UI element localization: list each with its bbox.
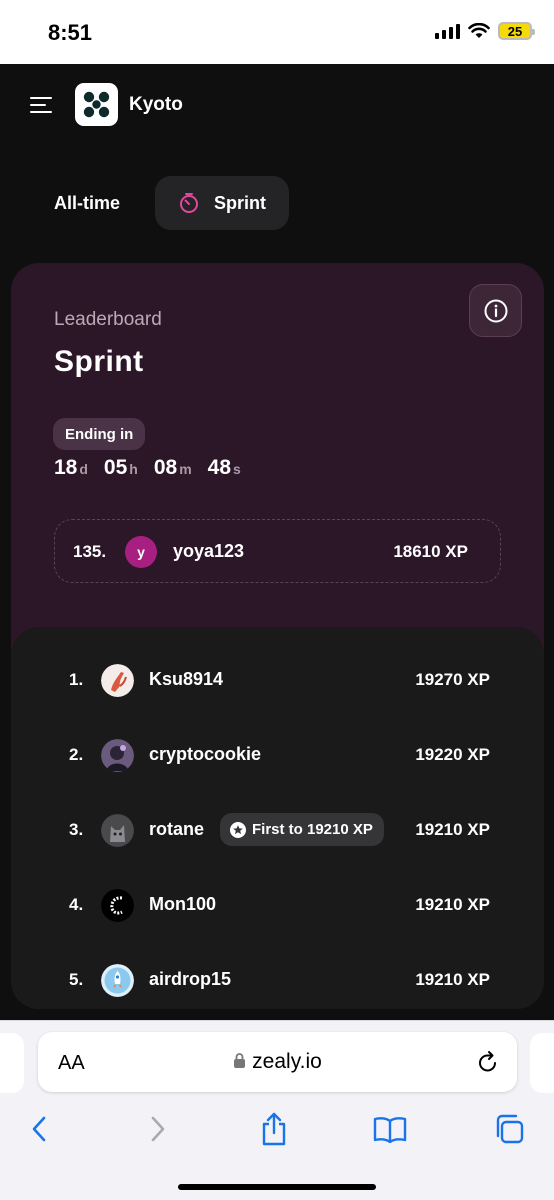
battery-level: 25 <box>507 23 523 39</box>
share-button[interactable] <box>254 1109 294 1149</box>
leaderboard-tabs: All-time Sprint <box>0 176 554 232</box>
row-username: Mon100 <box>149 894 217 914</box>
first-to-xp-badge: First to 19210 XP <box>220 813 384 846</box>
tabs-button[interactable] <box>489 1109 529 1149</box>
star-icon <box>230 821 246 838</box>
cat-avatar <box>101 814 134 847</box>
bookmarks-button[interactable] <box>370 1109 410 1149</box>
row-username: cryptocookie <box>149 744 262 764</box>
previous-tab-preview[interactable] <box>0 1033 24 1093</box>
status-icons: 25 <box>435 22 535 40</box>
current-user-xp: 18610 XP <box>393 542 468 561</box>
kyoto-logo[interactable] <box>75 83 118 126</box>
info-icon <box>484 299 507 322</box>
row-xp: 19220 XP <box>415 745 490 764</box>
current-user-rank[interactable]: 135. y yoya123 18610 XP <box>54 519 501 583</box>
table-row[interactable]: 3. rotane First to 19210 XP 19210 XP <box>11 801 544 861</box>
row-xp: 19210 XP <box>415 820 490 839</box>
tab-all-time[interactable]: All-time <box>38 176 136 230</box>
row-rank: 1. <box>69 670 84 689</box>
row-rank: 5. <box>69 970 84 989</box>
forward-button[interactable] <box>138 1109 178 1149</box>
countdown-hours: 05 h <box>103 456 138 479</box>
brand-name: Kyoto <box>129 94 183 115</box>
row-xp: 19210 XP <box>415 970 490 989</box>
ending-in-badge: Ending in <box>53 418 146 450</box>
avatar: y <box>125 536 157 568</box>
top-bar: Kyoto <box>0 64 554 154</box>
row-rank: 4. <box>69 895 84 914</box>
row-xp: 19210 XP <box>415 895 490 914</box>
wifi-icon <box>468 23 490 38</box>
logo-icon <box>83 91 110 118</box>
signal-icon <box>435 23 460 39</box>
current-user-name: yoya123 <box>173 541 245 561</box>
lock-icon <box>234 1053 246 1068</box>
tabs-icon <box>496 1114 524 1144</box>
app-content: Kyoto All-time Sprint Leaderboard Sprint… <box>0 64 554 1020</box>
row-username: rotane <box>149 819 205 839</box>
url-text: zealy.io <box>252 1050 322 1073</box>
row-rank: 2. <box>69 745 84 764</box>
table-row[interactable]: 5. airdrop15 19210 XP <box>11 951 544 1011</box>
next-tab-preview[interactable] <box>530 1033 554 1093</box>
countdown-timer: 18 d 05 h 08 m 48 s <box>54 456 241 480</box>
portrait-avatar <box>101 739 134 772</box>
countdown-seconds: 48 s <box>207 456 241 479</box>
rocket-avatar <box>101 964 134 997</box>
address-bar[interactable]: AA zealy.io <box>38 1032 517 1092</box>
info-button[interactable] <box>469 284 522 337</box>
chevron-left-icon <box>32 1116 46 1142</box>
page-title: Sprint <box>54 345 144 378</box>
browser-toolbar <box>0 1109 554 1159</box>
leaderboard-card: Leaderboard Sprint Ending in 18 d 05 h 08 m… <box>11 263 544 1009</box>
leaderboard-label: Leaderboard <box>54 309 162 330</box>
table-row[interactable]: 2. cryptocookie 19220 XP <box>11 726 544 786</box>
url-display[interactable]: zealy.io <box>38 1050 517 1074</box>
badge-label: First to 19210 XP <box>252 821 373 838</box>
book-icon <box>373 1117 407 1143</box>
tab-sprint[interactable]: Sprint <box>155 176 289 230</box>
browser-chrome: AA zealy.io <box>0 1020 554 1200</box>
status-bar: 8:51 25 <box>0 0 554 64</box>
countdown-minutes: 08 m <box>153 456 192 479</box>
timer-icon <box>180 193 198 213</box>
table-row[interactable]: 1. Ksu8914 19270 XP <box>11 651 544 711</box>
menu-icon[interactable] <box>30 95 54 115</box>
table-row[interactable]: 4. Mon100 19210 XP <box>11 876 544 936</box>
ring-avatar <box>101 889 134 922</box>
reload-icon[interactable] <box>477 1050 499 1074</box>
tab-sprint-label: Sprint <box>214 192 266 213</box>
chevron-right-icon <box>151 1116 165 1142</box>
row-xp: 19270 XP <box>415 670 490 689</box>
back-button[interactable] <box>19 1109 59 1149</box>
home-indicator <box>178 1184 376 1190</box>
leaderboard-list: 1. Ksu8914 19270 XP 2. cryptocookie 1922… <box>11 627 544 1009</box>
battery-icon: 25 <box>498 22 535 40</box>
tab-all-time-label: All-time <box>54 192 121 213</box>
countdown-days: 18 d <box>54 456 88 479</box>
status-time: 8:51 <box>48 20 93 45</box>
hand-avatar <box>101 664 134 697</box>
share-icon <box>262 1112 286 1146</box>
row-username: Ksu8914 <box>149 669 224 689</box>
row-rank: 3. <box>69 820 84 839</box>
current-user-position: 135. <box>73 542 107 561</box>
row-username: airdrop15 <box>149 969 232 989</box>
